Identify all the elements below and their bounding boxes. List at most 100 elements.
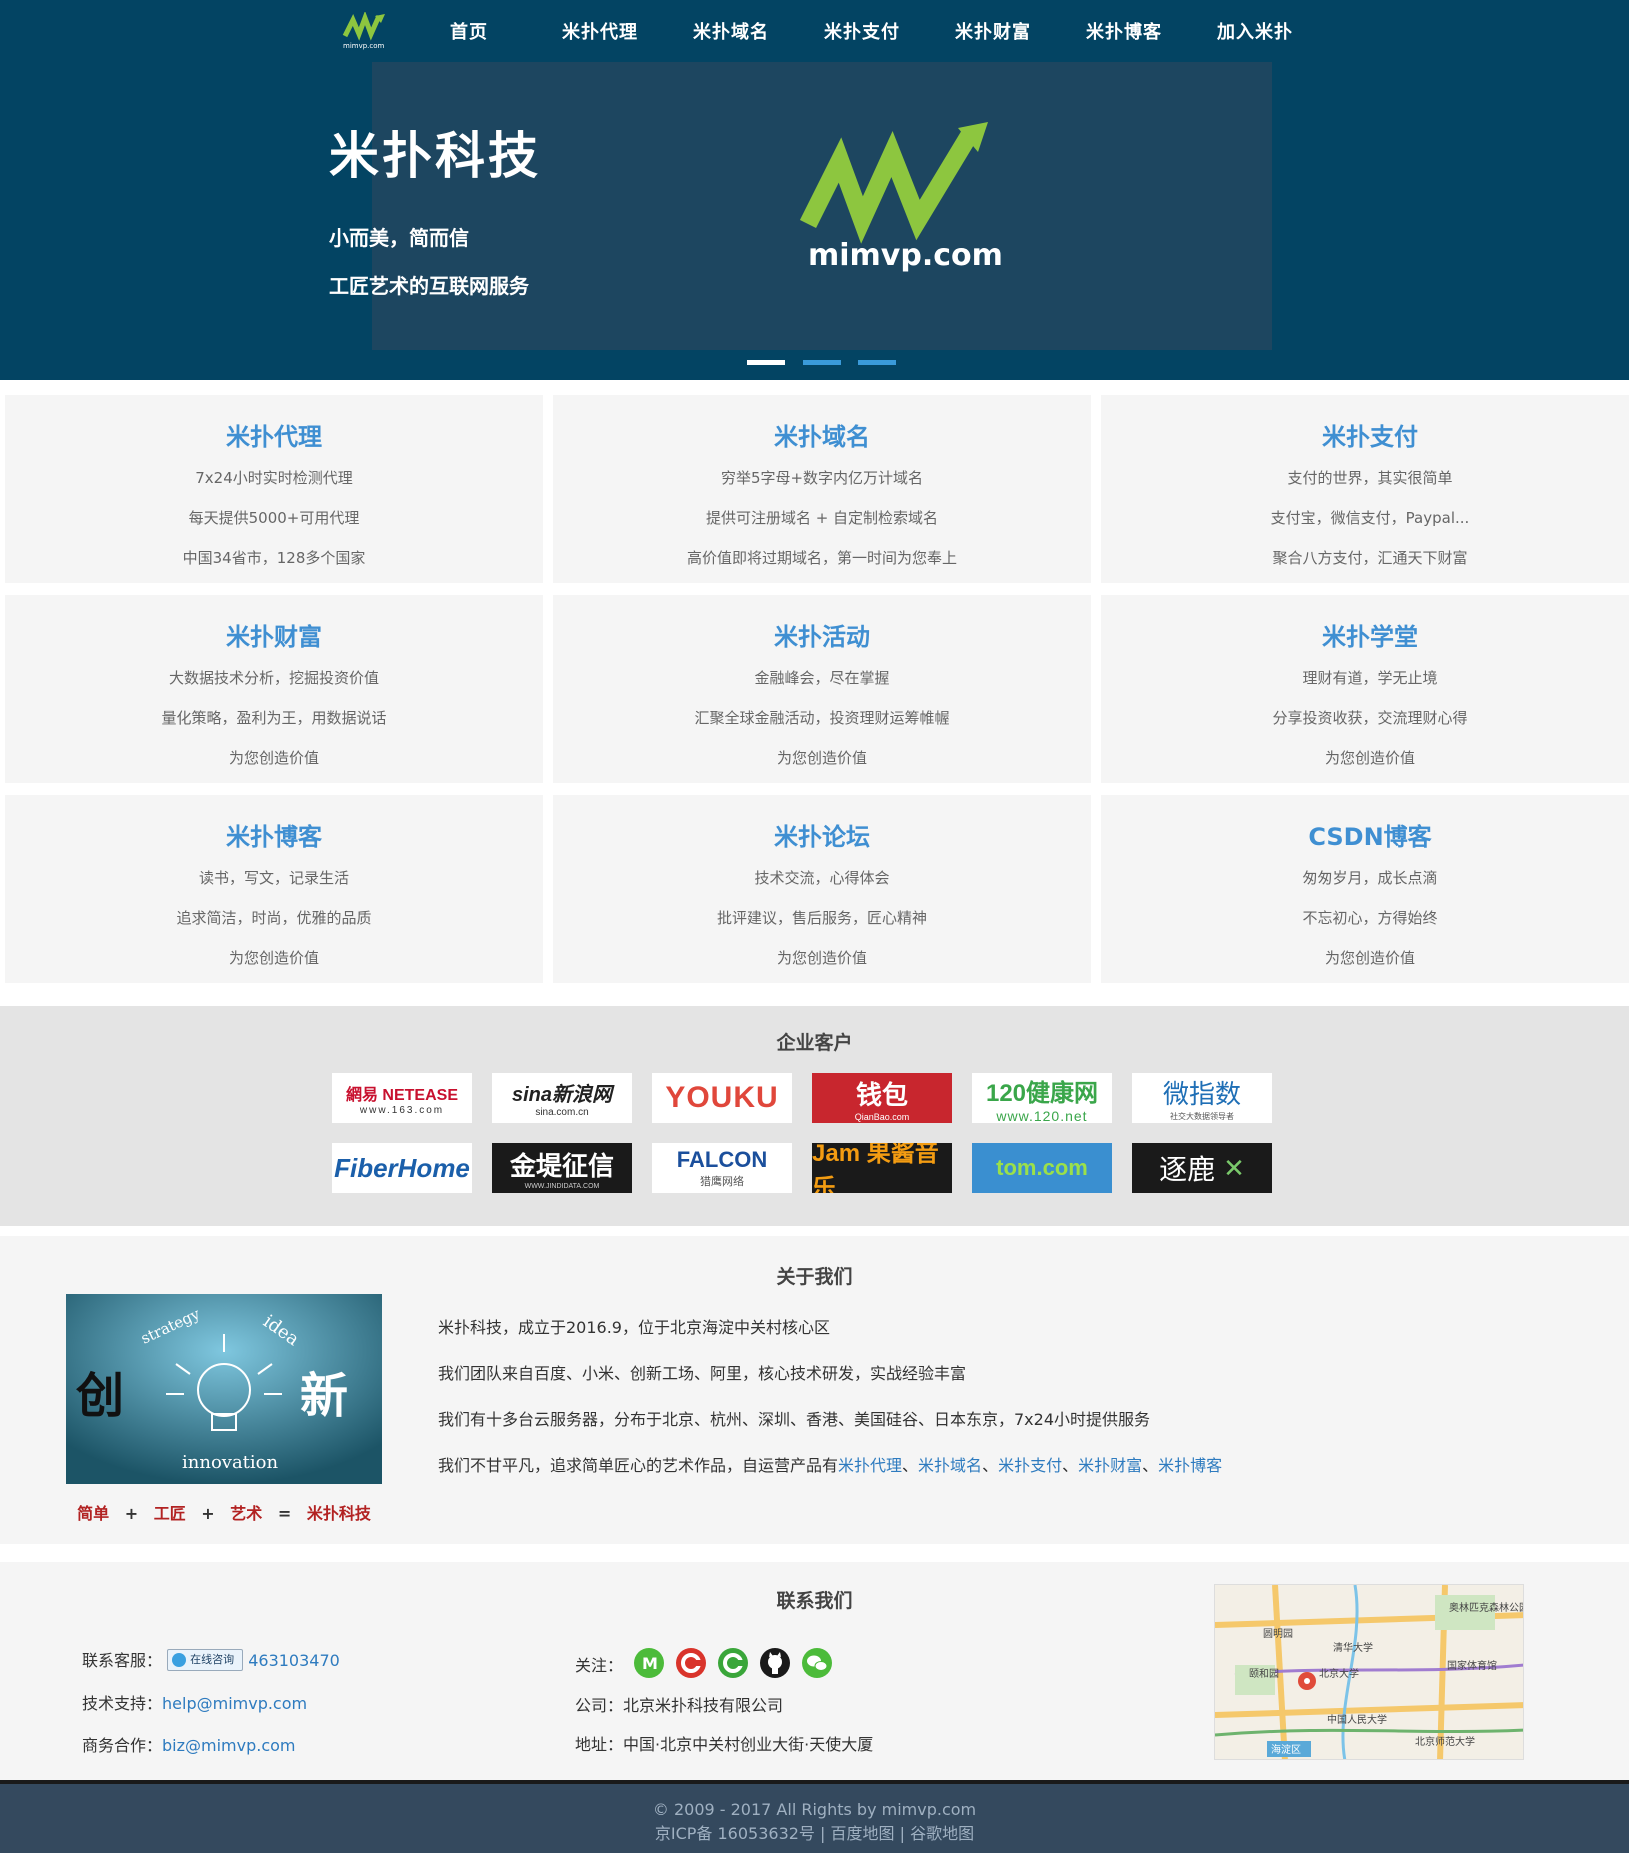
biz-email-link[interactable]: biz@mimvp.com [162,1736,296,1755]
qq-consult-button[interactable]: 在线咨询 [167,1648,244,1671]
svg-text:奥林匹克森林公园: 奥林匹克森林公园 [1449,1601,1524,1614]
client-logo-netease[interactable]: 網易 NETEASE www.163.com [332,1073,472,1123]
client-sub: 猎鹰网络 [700,1176,744,1188]
about-link-proxy[interactable]: 米扑代理 [838,1456,902,1475]
hero-subtitle-2: 工匠艺术的互联网服务 [329,274,529,298]
about-link-pay[interactable]: 米扑支付 [998,1456,1062,1475]
about-link-money[interactable]: 米扑财富 [1078,1456,1142,1475]
client-name: YOUKU [665,1081,779,1114]
card-line: 为您创造价值 [776,949,867,967]
formula-result: 米扑科技 [306,1504,371,1523]
nav-item-home[interactable]: 首页 [450,18,488,44]
nav-item-pay[interactable]: 米扑支付 [824,18,900,44]
tech-email-link[interactable]: help@mimvp.com [162,1694,307,1713]
card-title[interactable]: 米扑财富 [5,617,543,652]
about-link-domain[interactable]: 米扑域名 [918,1456,982,1475]
slide-dot-2[interactable] [803,360,841,365]
about-line-2: 我们团队来自百度、小米、创新工场、阿里，核心技术研发，实战经验丰富 [438,1364,967,1383]
baidu-map-link[interactable]: 百度地图 [831,1824,895,1843]
card-line: 量化策略，盈利为王，用数据说话 [161,709,387,727]
google-map-link[interactable]: 谷歌地图 [910,1824,974,1843]
location-map[interactable]: 奥林匹克森林公园 圆明园 清华大学 颐和园 北京大学 国家体育馆 中国人民大学 … [1214,1584,1524,1760]
sep: 、 [1062,1456,1079,1475]
client-name: 微指数 [1162,1079,1241,1109]
address-label: 地址： [575,1735,624,1754]
top-nav: mimvp.com 首页 米扑代理 米扑域名 米扑支付 米扑财富 米扑博客 加入… [0,0,1629,60]
slide-dot-3[interactable] [858,360,896,365]
qq-icon [172,1652,187,1667]
nav-item-money[interactable]: 米扑财富 [955,18,1031,44]
address-text: 中国·北京中关村创业大街·天使大厦 [623,1735,874,1754]
qq-number[interactable]: 463103470 [248,1651,340,1670]
client-sub: WWW.JINDIDATA.COM [524,1183,600,1190]
client-logo-jam[interactable]: Jam 果酱音乐 [812,1143,952,1193]
card-line: 匆匆岁月，成长点滴 [1302,869,1438,887]
service-card-csdn[interactable]: CSDN博客 匆匆岁月，成长点滴 不忘初心，方得始终 为您创造价值 [1101,795,1629,983]
client-logo-zhulu[interactable]: 逐鹿 ✕ [1132,1143,1272,1193]
client-logo-falcon[interactable]: FALCON 猎鹰网络 [652,1143,792,1193]
csdn-icon[interactable] [676,1648,706,1678]
card-line: 技术交流，心得体会 [754,869,890,887]
formula-a: 简单 [77,1504,110,1523]
github-icon[interactable] [760,1648,790,1678]
about-line-3: 我们有十多台云服务器，分布于北京、杭州、深圳、香港、美国硅谷、日本东京，7x24… [438,1410,1151,1429]
icp-link[interactable]: 京ICP备 16053632号 [655,1824,815,1843]
card-line: 为您创造价值 [228,749,319,767]
client-logo-fiberhome[interactable]: FiberHome [332,1143,472,1193]
card-title[interactable]: 米扑论坛 [553,817,1091,852]
mimvp-logo-icon[interactable]: mimvp.com [341,12,389,50]
client-logo-120[interactable]: 120健康网 www.120.net [972,1073,1112,1123]
client-logo-sina[interactable]: sina新浪网 sina.com.cn [492,1073,632,1123]
image-word-bottom: innovation [182,1452,279,1473]
service-card-blog[interactable]: 米扑博客 读书，写文，记录生活 追求简洁，时尚，优雅的品质 为您创造价值 [5,795,543,983]
client-logo-youku[interactable]: YOUKU [652,1073,792,1123]
client-name: 網易 NETEASE [345,1086,459,1104]
slide-dot-1[interactable] [747,360,785,365]
nav-item-join[interactable]: 加入米扑 [1217,18,1293,44]
about-link-blog[interactable]: 米扑博客 [1158,1456,1222,1475]
zhulu-x-icon: ✕ [1223,1152,1245,1183]
service-card-proxy[interactable]: 米扑代理 7x24小时实时检测代理 每天提供5000+可用代理 中国34省市，1… [5,395,543,583]
card-title[interactable]: 米扑域名 [553,417,1091,452]
card-title[interactable]: 米扑活动 [553,617,1091,652]
card-line: 大数据技术分析，挖掘投资价值 [168,669,379,687]
service-card-domain[interactable]: 米扑域名 穷举5字母+数字内亿万计域名 提供可注册域名 + 自定制检索域名 高价… [553,395,1091,583]
card-title[interactable]: CSDN博客 [1101,817,1629,852]
nav-item-domain[interactable]: 米扑域名 [693,18,769,44]
client-logo-qianbao[interactable]: 钱包 QianBao.com [812,1073,952,1123]
client-name: tom.com [996,1155,1088,1180]
client-logo-jindi[interactable]: 金堤征信 WWW.JINDIDATA.COM [492,1143,632,1193]
card-line: 聚合八方支付，汇通天下财富 [1272,549,1468,567]
svg-text:圆明园: 圆明园 [1263,1628,1293,1640]
client-name: 金堤征信 [509,1151,614,1181]
biz-label: 商务合作： [82,1736,163,1755]
footer-copyright: © 2009 - 2017 All Rights by mimvp.com [652,1800,977,1819]
service-card-forum[interactable]: 米扑论坛 技术交流，心得体会 批评建议，售后服务，匠心精神 为您创造价值 [553,795,1091,983]
c-icon[interactable] [718,1648,748,1678]
card-title[interactable]: 米扑代理 [5,417,543,452]
card-line: 汇聚全球金融活动，投资理财运筹帷幄 [694,709,950,727]
service-card-money[interactable]: 米扑财富 大数据技术分析，挖掘投资价值 量化策略，盈利为王，用数据说话 为您创造… [5,595,543,783]
footer-links: 京ICP备 16053632号 | 百度地图 | 谷歌地图 [0,1822,1629,1846]
client-name: FALCON [676,1147,768,1172]
mimvp-icon[interactable]: M [634,1648,664,1678]
client-logo-tom[interactable]: tom.com [972,1143,1112,1193]
card-line: 金融峰会，尽在掌握 [754,669,890,687]
client-logo-weizhishu[interactable]: 微指数 社交大数据领导者 [1132,1073,1272,1123]
wechat-icon[interactable] [802,1648,832,1678]
hero-subtitle-1: 小而美，简而信 [329,226,469,250]
qq-badge-label: 在线咨询 [190,1652,235,1666]
service-card-events[interactable]: 米扑活动 金融峰会，尽在掌握 汇聚全球金融活动，投资理财运筹帷幄 为您创造价值 [553,595,1091,783]
footer-sep: | [820,1824,826,1843]
nav-item-blog[interactable]: 米扑博客 [1086,18,1162,44]
nav-item-proxy[interactable]: 米扑代理 [562,18,638,44]
clients-title: 企业客户 [776,1032,853,1054]
service-card-pay[interactable]: 米扑支付 支付的世界，其实很简单 支付宝，微信支付，Paypal... 聚合八方… [1101,395,1629,583]
card-title[interactable]: 米扑博客 [5,817,543,852]
card-line: 支付宝，微信支付，Paypal... [1270,509,1470,527]
card-title[interactable]: 米扑支付 [1101,417,1629,452]
service-card-school[interactable]: 米扑学堂 理财有道，学无止境 分享投资收获，交流理财心得 为您创造价值 [1101,595,1629,783]
image-word-left: 创 [76,1368,124,1424]
card-line: 7x24小时实时检测代理 [195,469,353,487]
card-title[interactable]: 米扑学堂 [1101,617,1629,652]
